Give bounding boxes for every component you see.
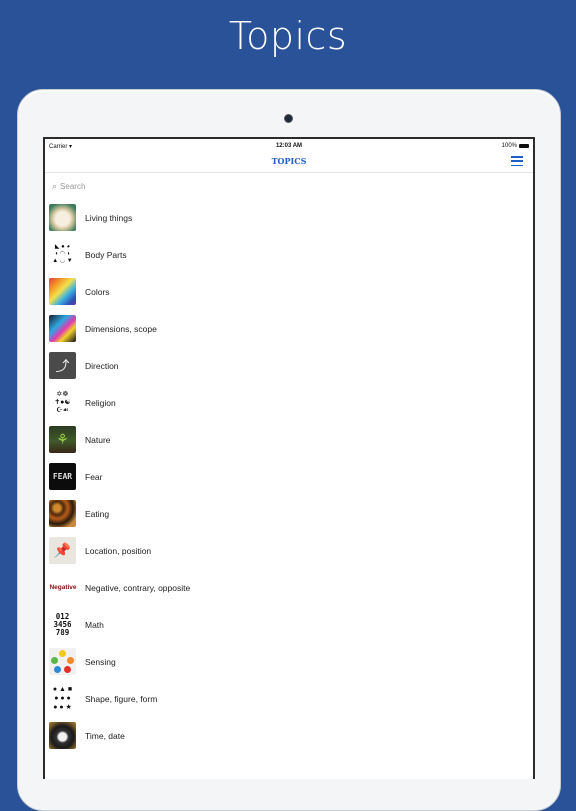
- topic-label: Direction: [85, 360, 119, 371]
- alarm-clock-icon: [49, 722, 76, 749]
- sense-dot: [67, 657, 74, 664]
- puppy-icon: [49, 204, 76, 231]
- topic-location-position[interactable]: 📌 Location, position: [45, 532, 533, 569]
- body-parts-icon: ◣ ● ◕ ◖ ◠ ◗ ▲ ◡ ▼: [49, 241, 76, 268]
- front-camera: [284, 114, 293, 123]
- digits-icon: 012 3456 789: [49, 611, 76, 638]
- navigation-bar: TOPICS: [45, 153, 533, 173]
- search-icon: ⌕: [52, 180, 58, 191]
- hamburger-menu-icon[interactable]: [511, 156, 523, 167]
- map-pin-icon: 📌: [49, 537, 76, 564]
- sense-dot: [51, 657, 58, 664]
- rainbow-icon: [49, 278, 76, 305]
- status-bar: Carrier ▾ 12:03 AM 100%: [45, 139, 533, 153]
- topic-fear[interactable]: FEAR Fear: [45, 458, 533, 495]
- app-screen: Carrier ▾ 12:03 AM 100% TOPICS ⌕ Search …: [43, 137, 535, 779]
- battery-percent: 100%: [501, 143, 517, 149]
- battery-icon: [519, 144, 529, 148]
- shapes-icon: ● ▲ ■ ● ● ● ● ● ★: [49, 685, 76, 712]
- topic-label: Colors: [85, 286, 110, 297]
- topic-colors[interactable]: Colors: [45, 273, 533, 310]
- sense-dot: [64, 666, 71, 673]
- topic-eating[interactable]: Eating: [45, 495, 533, 532]
- topic-label: Shape, figure, form: [85, 693, 158, 704]
- nav-title: TOPICS: [271, 156, 307, 166]
- topic-label: Living things: [85, 212, 133, 223]
- topic-label: Math: [85, 619, 104, 630]
- clock: 12:03 AM: [275, 143, 303, 149]
- topic-direction[interactable]: ⤴ Direction: [45, 347, 533, 384]
- topic-label: Fear: [85, 471, 103, 482]
- topic-time-date[interactable]: Time, date: [45, 717, 533, 754]
- search-placeholder: Search: [60, 181, 86, 191]
- topic-math[interactable]: 012 3456 789 Math: [45, 606, 533, 643]
- senses-diagram-icon: [49, 648, 76, 675]
- topic-sensing[interactable]: Sensing: [45, 643, 533, 680]
- topic-list: Living things ◣ ● ◕ ◖ ◠ ◗ ▲ ◡ ▼ Body Parts…: [45, 199, 533, 754]
- topic-label: Location, position: [85, 545, 152, 556]
- sense-dot: [59, 650, 66, 657]
- topic-living-things[interactable]: Living things: [45, 199, 533, 236]
- topic-label: Nature: [85, 434, 111, 445]
- topic-nature[interactable]: ⚘ Nature: [45, 421, 533, 458]
- page-headline: Topics: [228, 14, 348, 58]
- topic-label: Eating: [85, 508, 110, 519]
- topic-body-parts[interactable]: ◣ ● ◕ ◖ ◠ ◗ ▲ ◡ ▼ Body Parts: [45, 236, 533, 273]
- search-field[interactable]: ⌕ Search: [45, 173, 533, 199]
- topic-label: Time, date: [85, 730, 125, 741]
- split-arrow-icon: ⤴: [49, 352, 76, 379]
- negative-word-icon: Negative: [47, 574, 79, 601]
- topic-label: Dimensions, scope: [85, 323, 157, 334]
- topic-label: Negative, contrary, opposite: [85, 582, 191, 593]
- topic-label: Sensing: [85, 656, 116, 667]
- sense-dot: [54, 666, 61, 673]
- topic-label: Body Parts: [85, 249, 127, 260]
- religious-symbols-icon: ✡☸ ✝●☯ ☪☙: [49, 389, 76, 416]
- topic-shape[interactable]: ● ▲ ■ ● ● ● ● ● ★ Shape, figure, form: [45, 680, 533, 717]
- topic-religion[interactable]: ✡☸ ✝●☯ ☪☙ Religion: [45, 384, 533, 421]
- topic-dimensions-scope[interactable]: Dimensions, scope: [45, 310, 533, 347]
- topic-negative[interactable]: Negative Negative, contrary, opposite: [45, 569, 533, 606]
- topic-label: Religion: [85, 397, 116, 408]
- sprout-icon: ⚘: [49, 426, 76, 453]
- fear-icon: FEAR: [49, 463, 76, 490]
- food-icon: [49, 500, 76, 527]
- battery-indicator: 100%: [502, 143, 529, 149]
- prism-icon: [49, 315, 76, 342]
